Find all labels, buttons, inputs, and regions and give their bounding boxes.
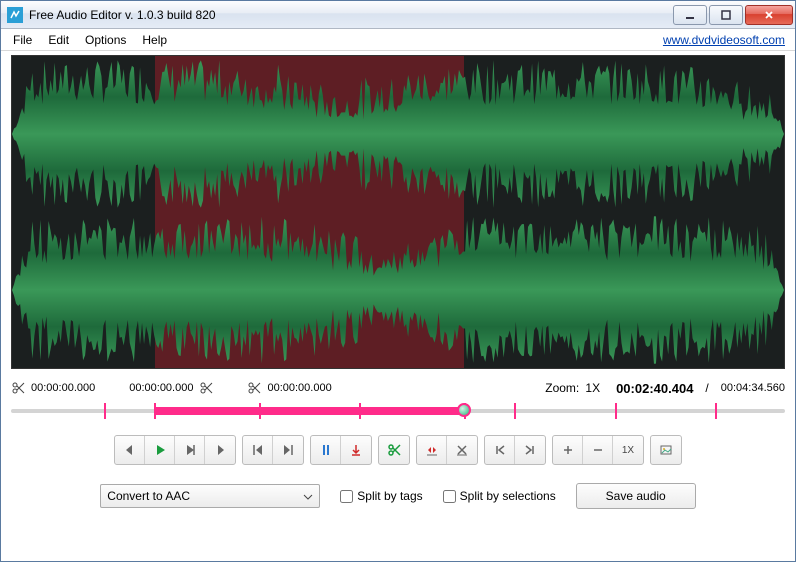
window-title: Free Audio Editor v. 1.0.3 build 820	[29, 8, 671, 22]
screenshot-button[interactable]	[651, 436, 681, 464]
app-icon	[7, 7, 23, 23]
drop-marker-button[interactable]	[341, 436, 371, 464]
split-selections-input[interactable]	[443, 490, 456, 503]
slider-thumb[interactable]	[457, 403, 471, 417]
zoom-label: Zoom: 1X	[545, 381, 600, 395]
toolbar: 1X	[11, 435, 785, 465]
scissors-icon	[11, 381, 25, 395]
play-button[interactable]	[145, 436, 175, 464]
cut-group	[378, 435, 410, 465]
site-link[interactable]: www.dvdvideosoft.com	[663, 33, 791, 47]
trim-button[interactable]	[417, 436, 447, 464]
waveform-display[interactable]	[11, 55, 785, 369]
zoom-reset-button[interactable]: 1X	[613, 436, 643, 464]
timeline-slider[interactable]	[11, 401, 785, 425]
duration-time: 00:04:34.560	[721, 382, 785, 394]
marker-split-time: 00:00:00.000	[267, 382, 331, 394]
split-tags-checkbox[interactable]: Split by tags	[340, 489, 422, 503]
maximize-button[interactable]	[709, 5, 743, 25]
slider-tick	[615, 403, 617, 419]
slider-tick	[514, 403, 516, 419]
zoom-in-button[interactable]	[553, 436, 583, 464]
content-area: 00:00:00.000 00:00:00.000 00:00:00.000 Z…	[1, 51, 795, 519]
menu-file[interactable]: File	[5, 31, 40, 49]
format-selected-text: Convert to AAC	[107, 489, 303, 503]
menu-edit[interactable]: Edit	[40, 31, 77, 49]
window-buttons	[671, 5, 793, 25]
menu-help[interactable]: Help	[134, 31, 175, 49]
zoom-group: 1X	[552, 435, 644, 465]
pause-marker-button[interactable]	[311, 436, 341, 464]
play-selection-button[interactable]	[175, 436, 205, 464]
marker-start-time: 00:00:00.000	[31, 382, 95, 394]
format-select[interactable]: Convert to AAC	[100, 484, 320, 508]
cut-button[interactable]	[379, 436, 409, 464]
marker-group	[310, 435, 372, 465]
save-audio-button[interactable]: Save audio	[576, 483, 696, 509]
menubar: File Edit Options Help www.dvdvideosoft.…	[1, 29, 795, 51]
waveform-channel-right	[12, 212, 784, 368]
slider-tick	[259, 403, 261, 419]
skip-end-button[interactable]	[273, 436, 303, 464]
app-window: Free Audio Editor v. 1.0.3 build 820 Fil…	[0, 0, 796, 562]
seek-prev-marker-button[interactable]	[485, 436, 515, 464]
skip-start-button[interactable]	[243, 436, 273, 464]
scissors-icon	[199, 381, 213, 395]
waveform-channel-left	[12, 56, 784, 212]
marker-end-time: 00:00:00.000	[129, 382, 193, 394]
edit-group	[416, 435, 478, 465]
slider-tick	[359, 403, 361, 419]
image-group	[650, 435, 682, 465]
split-tags-label: Split by tags	[357, 489, 422, 503]
zoom-out-button[interactable]	[583, 436, 613, 464]
position-time: 00:02:40.404	[616, 381, 693, 396]
close-button[interactable]	[745, 5, 793, 25]
slider-tick	[715, 403, 717, 419]
next-button[interactable]	[205, 436, 235, 464]
titlebar: Free Audio Editor v. 1.0.3 build 820	[1, 1, 795, 29]
split-selections-checkbox[interactable]: Split by selections	[443, 489, 556, 503]
split-tags-input[interactable]	[340, 490, 353, 503]
seek-next-marker-button[interactable]	[515, 436, 545, 464]
slider-tick	[154, 403, 156, 419]
menu-options[interactable]: Options	[77, 31, 134, 49]
time-separator: /	[705, 381, 708, 395]
scissors-icon	[247, 381, 261, 395]
delete-button[interactable]	[447, 436, 477, 464]
playback-group	[114, 435, 236, 465]
marker-row: 00:00:00.000 00:00:00.000 00:00:00.000 Z…	[11, 377, 785, 399]
chevron-down-icon	[303, 489, 313, 503]
skip-group	[242, 435, 304, 465]
seek-group	[484, 435, 546, 465]
bottom-row: Convert to AAC Split by tags Split by se…	[11, 483, 785, 509]
slider-selection[interactable]	[154, 407, 464, 415]
minimize-button[interactable]	[673, 5, 707, 25]
prev-button[interactable]	[115, 436, 145, 464]
slider-tick	[104, 403, 106, 419]
split-selections-label: Split by selections	[460, 489, 556, 503]
